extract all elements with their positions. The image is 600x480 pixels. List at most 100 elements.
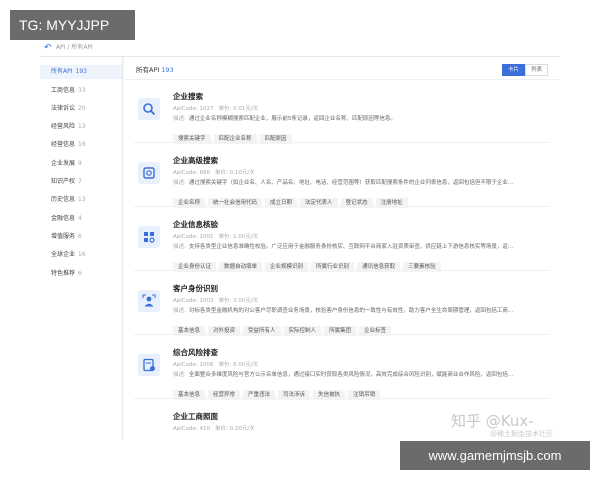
api-list-panel: 所有API 193 卡片 列表 企业搜索 ApiCode: 1027 单价: 0.01… [124, 57, 560, 440]
sidebar-item-finance[interactable]: 金融信息 4 [40, 212, 122, 226]
api-name[interactable]: 客户身份识别 [173, 283, 218, 294]
sidebar-item-label: 法律诉讼 [51, 105, 76, 112]
api-card[interactable]: 企业搜索 ApiCode: 1027 单价: 0.01元/次 描述: 通过企业名称模… [134, 86, 550, 144]
page-title-count: 193 [161, 66, 174, 74]
api-name[interactable]: 企业高级搜索 [173, 155, 218, 166]
sidebar-item-label: 企业发展 [51, 160, 76, 167]
desc-label: 描述: [173, 116, 186, 122]
desc-text: 支持各类型企业信息准确性校验。广泛应用于金融服务身份核实、互联网平台商家入驻资质… [188, 244, 514, 250]
back-arrow-icon[interactable]: ↶ [44, 40, 52, 56]
panel-header: 所有API 193 卡片 列表 [124, 57, 560, 80]
desc-text: 对标各类型金融机构的对公客户尽职调查业务场景，核验客户身份信息的一致性与有效性，… [188, 308, 514, 314]
api-card[interactable]: 企业信息核验 ApiCode: 2001 单价: 1.00元/次 描述: 支持各类型… [134, 214, 550, 272]
api-price: 单价: 0.20元/次 [214, 426, 255, 432]
sidebar-item-business-info[interactable]: 工商信息 33 [40, 84, 122, 98]
desc-text: 全面整合多维度风险与官方公示名单信息，通过接口实时获取各类风险情况，高效完成综合… [188, 372, 514, 378]
desc-label: 描述: [173, 372, 186, 378]
sidebar-item-label: 所有API [51, 68, 73, 75]
desc-text: 通过企业名称模糊搜索匹配企业，展示前5条记录，返回企业名称、匹配原因等信息。 [188, 116, 396, 122]
api-name[interactable]: 综合风险排查 [173, 347, 218, 358]
sidebar-item-all[interactable]: 所有API 193 [40, 65, 122, 79]
page-title-text: 所有API [136, 66, 160, 74]
sidebar-item-count: 13 [78, 196, 86, 203]
sidebar-item-label: 知识产权 [51, 178, 76, 185]
api-description: 描述: 对标各类型金融机构的对公客户尽职调查业务场景，核验客户身份信息的一致性与有… [173, 306, 543, 314]
api-code: ApiCode: 2003 [173, 298, 214, 304]
api-code: ApiCode: 1027 [173, 106, 214, 112]
list-view-button[interactable]: 列表 [524, 64, 548, 76]
api-tags: 企业身份认证 数据自动填单 企业规模识别 所属行业识别 通讯信息获取 三要素核验 [173, 253, 444, 272]
api-description: 描述: 全面整合多维度风险与官方公示名单信息，通过接口实时获取各类风险情况，高效完… [173, 370, 543, 378]
api-tags: 企业名称 统一社会信用代码 成立日期 法定代表人 登记状态 注册地址 [173, 189, 411, 208]
sidebar-item-history[interactable]: 历史信息 13 [40, 193, 122, 207]
api-name[interactable]: 企业工商照面 [173, 411, 218, 422]
api-tag: 法定代表人 [300, 198, 338, 208]
api-tag: 失信被执 [313, 390, 346, 400]
verify-icon [138, 226, 160, 248]
sidebar-item-operating-risk[interactable]: 经营风险 13 [40, 120, 122, 134]
sidebar-item-label: 全球企业 [51, 251, 76, 258]
api-description: 描述: 通过搜索关键字（如企业名、人名、产品名、地址、电话、经营范围等）获取匹配搜… [173, 178, 543, 186]
api-meta: ApiCode: 2006 单价: 6.00元/次 [173, 360, 263, 368]
api-tag: 数据自动填单 [219, 262, 263, 272]
sidebar-item-count: 33 [78, 87, 86, 94]
api-name[interactable]: 企业搜索 [173, 91, 203, 102]
advanced-search-icon [138, 162, 160, 184]
page-title: 所有API 193 [136, 64, 174, 74]
sidebar-item-count: 4 [78, 215, 82, 222]
card-view-button[interactable]: 卡片 [501, 64, 525, 76]
api-price: 单价: 0.10元/次 [214, 170, 255, 176]
sidebar-item-count: 6 [78, 270, 82, 277]
category-sidebar: 所有API 193 工商信息 33 法律诉讼 20 经营风险 13 经营信息 16 企业发… [40, 57, 123, 440]
api-tag: 三要素核验 [403, 262, 441, 272]
sidebar-item-featured[interactable]: 特色推荐 6 [40, 267, 122, 281]
api-tag: 司法涉诉 [278, 390, 311, 400]
api-card[interactable]: 企业高级搜索 ApiCode: 886 单价: 0.10元/次 描述: 通过搜索关键… [134, 150, 550, 208]
sidebar-item-development[interactable]: 企业发展 9 [40, 157, 122, 171]
api-meta: ApiCode: 410 单价: 0.20元/次 [173, 424, 260, 432]
api-tag: 对外投资 [208, 326, 241, 336]
sidebar-item-count: 193 [75, 68, 87, 75]
sidebar-item-count: 9 [78, 160, 82, 167]
sidebar-item-count: 16 [78, 141, 86, 148]
sidebar-item-label: 特色推荐 [51, 270, 76, 277]
api-tag: 成立日期 [265, 198, 298, 208]
sidebar-item-count: 6 [78, 233, 82, 240]
api-name[interactable]: 企业信息核验 [173, 219, 218, 230]
api-tag: 统一社会信用代码 [208, 198, 263, 208]
api-tag: 匹配原因 [259, 134, 292, 144]
watermark-top-left: TG: MYYJJPP [10, 10, 135, 40]
app-window: ↶ API / 所有API 所有API 193 工商信息 33 法律诉讼 20 经营风… [40, 40, 560, 440]
sidebar-item-label: 增值服务 [51, 233, 76, 240]
sidebar-item-ip[interactable]: 知识产权 7 [40, 175, 122, 189]
breadcrumb-bar: ↶ API / 所有API [40, 40, 560, 57]
api-card[interactable]: 综合风险排查 ApiCode: 2006 单价: 6.00元/次 描述: 全面整合多… [134, 342, 550, 400]
api-tag: 实际控制人 [283, 326, 322, 336]
api-tag: 企业规模识别 [265, 262, 309, 272]
api-card[interactable]: 客户身份识别 ApiCode: 2003 单价: 3.00元/次 描述: 对标各类型… [134, 278, 550, 336]
api-description: 描述: 通过企业名称模糊搜索匹配企业，展示前5条记录，返回企业名称、匹配原因等信息… [173, 114, 543, 122]
api-price: 单价: 0.01元/次 [218, 106, 259, 112]
desc-label: 描述: [173, 244, 186, 250]
sidebar-item-count: 16 [78, 251, 86, 258]
api-code: ApiCode: 410 [173, 426, 210, 432]
search-icon [138, 98, 160, 120]
api-code: ApiCode: 2001 [173, 234, 214, 240]
api-tag: 注册地址 [375, 198, 408, 208]
api-tag: 搜索关键字 [173, 134, 211, 144]
api-tag: 登记状态 [340, 198, 373, 208]
zhihu-watermark: 知乎 @Kux- [451, 412, 534, 430]
api-tag: 受益所有人 [243, 326, 281, 336]
api-tags: 基本信息 对外投资 受益所有人 实际控制人 所属集团 企业标签 [173, 317, 394, 336]
api-tag: 企业标签 [359, 326, 392, 336]
zhihu-watermark-sub: @稀土掘金技术社区 [490, 430, 553, 438]
api-tag: 基本信息 [173, 326, 206, 336]
api-tag: 基本信息 [173, 390, 206, 400]
sidebar-item-operating-info[interactable]: 经营信息 16 [40, 138, 122, 152]
sidebar-item-global[interactable]: 全球企业 16 [40, 248, 122, 262]
api-tag: 注销吊销 [348, 390, 381, 400]
sidebar-item-value-added[interactable]: 增值服务 6 [40, 230, 122, 244]
sidebar-item-litigation[interactable]: 法律诉讼 20 [40, 102, 122, 116]
view-toggle: 卡片 列表 [501, 64, 548, 76]
api-tag: 经营异常 [208, 390, 241, 400]
